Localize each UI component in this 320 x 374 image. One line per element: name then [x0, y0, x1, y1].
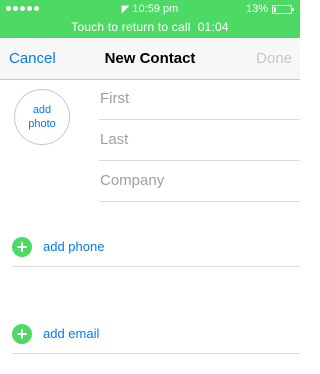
- add-photo-line1: add: [32, 104, 52, 116]
- add-circle-icon: [12, 324, 32, 344]
- new-contact-screen: ◤ 10:59 pm 13% Touch to return to call 01…: [0, 0, 300, 374]
- wifi-icon: ◤: [121, 4, 130, 15]
- last-name-row: [99, 121, 300, 161]
- status-bar: ◤ 10:59 pm 13%: [0, 0, 300, 18]
- status-time: 10:59 pm: [132, 3, 179, 15]
- call-banner-text: Touch to return to call 01:04: [0, 20, 300, 34]
- add-photo-line2: photo: [28, 118, 56, 130]
- add-circle-icon: [12, 237, 32, 257]
- add-photo-button[interactable]: add photo: [14, 89, 70, 145]
- add-photo-label: add photo: [28, 103, 56, 131]
- add-phone-button[interactable]: add phone: [12, 227, 300, 267]
- add-email-label: add email: [43, 326, 100, 341]
- cancel-button[interactable]: Cancel: [9, 50, 56, 67]
- last-name-field[interactable]: [100, 131, 290, 148]
- add-email-button[interactable]: add email: [12, 314, 300, 354]
- divider: [12, 266, 300, 267]
- company-field[interactable]: [100, 172, 290, 189]
- battery-status: 13%: [245, 3, 294, 15]
- divider: [12, 353, 300, 354]
- call-duration: 01:04: [197, 20, 229, 34]
- company-row: [99, 162, 300, 202]
- first-name-row: [99, 80, 300, 120]
- first-name-field[interactable]: [100, 90, 290, 107]
- battery-percent: 13%: [245, 3, 268, 15]
- done-button[interactable]: Done: [256, 50, 292, 67]
- return-to-call-banner[interactable]: ◤ 10:59 pm 13% Touch to return to call 01…: [0, 0, 300, 38]
- navigation-bar: Cancel New Contact Done: [0, 38, 300, 80]
- add-phone-label: add phone: [43, 239, 105, 254]
- battery-icon: [272, 4, 294, 14]
- call-banner-message: Touch to return to call: [71, 20, 191, 34]
